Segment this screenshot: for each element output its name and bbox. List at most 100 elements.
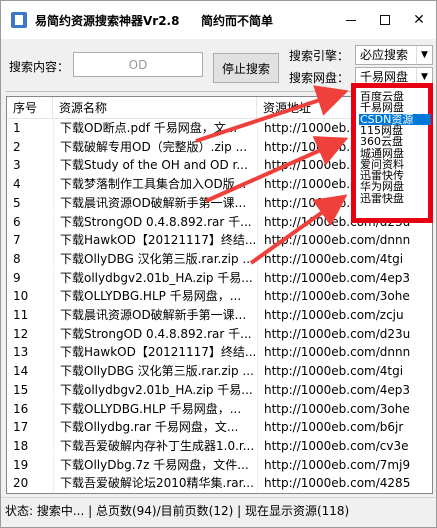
- engine-select-value: 必应搜索: [360, 48, 409, 62]
- cell-idx: 5: [13, 195, 21, 210]
- search-label: 搜索内容：: [9, 60, 70, 74]
- cell-url: http://1000eb.com/4ep3: [257, 380, 432, 400]
- cell-name: 下载梦落制作工具集合加入OD版...: [53, 175, 257, 194]
- cell-name: 下载HawkOD【20121117】终结...: [53, 231, 257, 250]
- cell-idx: 19: [13, 457, 29, 472]
- dropdown-option[interactable]: 城通网盘: [359, 148, 431, 159]
- toolbar-divider: [6, 91, 351, 92]
- cell-name: 下载HawkOD【20121117】终结...: [53, 343, 257, 362]
- cell-idx: 18: [13, 438, 29, 453]
- cell-name: 下载ollydbgv2.01b_HA.zip 千易...: [53, 380, 257, 400]
- cell-name: 下载OLLYDBG.HLP 千易网盘，...: [53, 287, 257, 306]
- table-row[interactable]: 19 下载OllyDbg.7z 千易网盘，文件... http://1000eb.c…: [7, 455, 432, 475]
- dropdown-option[interactable]: 迅雷快盘: [359, 193, 431, 204]
- dropdown-option[interactable]: 华为网盘: [359, 181, 431, 192]
- cell-idx: 11: [13, 308, 29, 322]
- chevron-down-icon[interactable]: ▼: [416, 46, 432, 64]
- table-row[interactable]: 8 下载OllyDBG 汉化第三版.rar.zip ... http://1000e…: [7, 249, 432, 269]
- cell-name: 下载OLLYDBG.HLP 千易网盘，...: [53, 399, 257, 418]
- dropdown-option[interactable]: 迅雷快传: [359, 170, 431, 181]
- cell-name: 下载OllyDBG 汉化第三版.rar.zip ...: [53, 249, 257, 269]
- app-window: 易简约资源搜索神器Vr2.8 简约而不简单 ✕ 搜索内容： 停止搜索 搜索引擎：…: [0, 0, 437, 528]
- cell-idx: 17: [13, 420, 29, 435]
- cell-url: http://1000eb.com/3ohe: [257, 399, 432, 418]
- maximize-icon: [380, 15, 390, 25]
- minimize-button[interactable]: [334, 1, 368, 39]
- netdisk-select-value: 千易网盘: [360, 70, 409, 84]
- dropdown-option[interactable]: 115网盘: [359, 125, 431, 136]
- cell-url: http://1000eb.com/b6jr: [257, 418, 432, 437]
- cell-name: 下载OllyDbg.7z 千易网盘，文件...: [53, 455, 257, 475]
- dropdown-option[interactable]: 爱问资料: [359, 159, 431, 170]
- dropdown-option[interactable]: 千易网盘: [359, 102, 431, 113]
- cell-idx: 4: [13, 177, 21, 192]
- close-icon: ✕: [413, 12, 425, 28]
- engine-label: 搜索引擎：: [289, 49, 350, 63]
- search-input[interactable]: [73, 52, 203, 77]
- cell-idx: 2: [13, 139, 21, 154]
- cell-idx: 13: [13, 345, 29, 360]
- table-row[interactable]: 10 下载OLLYDBG.HLP 千易网盘，... http://1000eb.co…: [7, 287, 432, 306]
- netdisk-label: 搜索网盘：: [289, 71, 350, 85]
- table-row[interactable]: 12 下载StrongOD 0.4.8.892.rar 千... http://10…: [7, 324, 432, 344]
- title-bar[interactable]: 易简约资源搜索神器Vr2.8 简约而不简单 ✕: [1, 1, 436, 39]
- close-button[interactable]: ✕: [402, 1, 436, 39]
- table-row[interactable]: 17 下载Ollydbg.rar 千易网盘，文... http://1000eb.c…: [7, 418, 432, 437]
- cell-idx: 8: [13, 251, 21, 266]
- table-row[interactable]: 15 下载ollydbgv2.01b_HA.zip 千易... http://100…: [7, 380, 432, 400]
- table-row[interactable]: 20 下载吾爱破解论坛2010精华集.rar... http://1000eb.co…: [7, 474, 432, 493]
- cell-url: http://1000eb.com/dnnn: [257, 231, 432, 250]
- cell-url: http://1000eb.com/7mj9: [257, 455, 432, 475]
- cell-idx: 6: [13, 214, 21, 229]
- stop-search-button[interactable]: 停止搜索: [213, 53, 279, 83]
- dropdown-option[interactable]: 百度云盘: [359, 91, 431, 102]
- cell-idx: 15: [13, 382, 29, 397]
- cell-url: http://1000eb.com/4285: [257, 474, 432, 493]
- cell-url: http://1000eb.com/4tgi: [257, 362, 432, 381]
- cell-idx: 3: [13, 158, 21, 173]
- cell-idx: 20: [13, 476, 29, 491]
- cell-idx: 9: [13, 270, 21, 285]
- cell-url: http://1000eb.com/4ep3: [257, 268, 432, 288]
- cell-name: 下载晨讯资源OD破解新手第一课...: [53, 193, 257, 213]
- cell-name: 下载StrongOD 0.4.8.892.rar 千...: [53, 212, 257, 231]
- maximize-button[interactable]: [368, 1, 402, 39]
- cell-idx: 14: [13, 364, 29, 379]
- cell-idx: 16: [13, 401, 29, 416]
- cell-idx: 12: [13, 326, 29, 341]
- cell-name: 下载OllyDBG 汉化第三版.rar.zip ...: [53, 362, 257, 381]
- cell-name: 下载晨讯资源OD破解新手第一课...: [53, 306, 257, 325]
- engine-select[interactable]: 必应搜索 ▼: [355, 45, 433, 65]
- cell-name: 下载吾爱破解论坛2010精华集.rar...: [53, 474, 257, 493]
- cell-idx: 1: [13, 121, 21, 135]
- column-header-name[interactable]: 资源名称: [53, 97, 257, 119]
- cell-url: http://1000eb.com/4tgi: [257, 249, 432, 269]
- cell-name: 下载Study of the OH and OD r...: [53, 156, 257, 175]
- table-row[interactable]: 14 下载OllyDBG 汉化第三版.rar.zip ... http://1000…: [7, 362, 432, 381]
- status-bar: 状态: 搜索中... | 总页数(94)/目前页数(12) | 现在显示资源(1…: [1, 497, 436, 527]
- cell-name: 下载OD断点.pdf 千易网盘，文...: [53, 119, 257, 138]
- table-row[interactable]: 11 下载晨讯资源OD破解新手第一课... http://1000eb.com/zc…: [7, 306, 432, 325]
- cell-idx: 10: [13, 289, 29, 304]
- column-header-index[interactable]: 序号: [7, 97, 53, 119]
- table-row[interactable]: 18 下载吾爱破解内存补丁生成器1.0.r... http://1000eb.com…: [7, 436, 432, 456]
- cell-name: 下载破解专用OD（完整版）.zip ...: [53, 137, 257, 157]
- cell-url: http://1000eb.com/3ohe: [257, 287, 432, 306]
- cell-name: 下载吾爱破解内存补丁生成器1.0.r...: [53, 436, 257, 456]
- dropdown-option[interactable]: CSDN资源: [359, 113, 431, 125]
- cell-name: 下载StrongOD 0.4.8.892.rar 千...: [53, 324, 257, 344]
- table-row[interactable]: 9 下载ollydbgv2.01b_HA.zip 千易... http://1000…: [7, 268, 432, 288]
- cell-url: http://1000eb.com/d23u: [257, 324, 432, 344]
- table-row[interactable]: 7 下载HawkOD【20121117】终结... http://1000eb.co…: [7, 231, 432, 250]
- netdisk-dropdown-list[interactable]: 百度云盘 千易网盘 CSDN资源 115网盘 360云盘 城通网盘 爱问资料 迅雷快传 华为网盘…: [351, 83, 433, 223]
- dropdown-option[interactable]: 360云盘: [359, 136, 431, 147]
- cell-idx: 7: [13, 233, 21, 248]
- cell-url: http://1000eb.com/cv3e: [257, 436, 432, 456]
- window-title: 易简约资源搜索神器Vr2.8: [35, 14, 180, 28]
- table-row[interactable]: 13 下载HawkOD【20121117】终结... http://1000eb.c…: [7, 343, 432, 362]
- cell-name: 下载Ollydbg.rar 千易网盘，文...: [53, 418, 257, 437]
- app-icon: [11, 12, 27, 28]
- minimize-icon: [346, 19, 356, 21]
- table-row[interactable]: 16 下载OLLYDBG.HLP 千易网盘，... http://1000eb.co…: [7, 399, 432, 418]
- cell-url: http://1000eb.com/dnnn: [257, 343, 432, 362]
